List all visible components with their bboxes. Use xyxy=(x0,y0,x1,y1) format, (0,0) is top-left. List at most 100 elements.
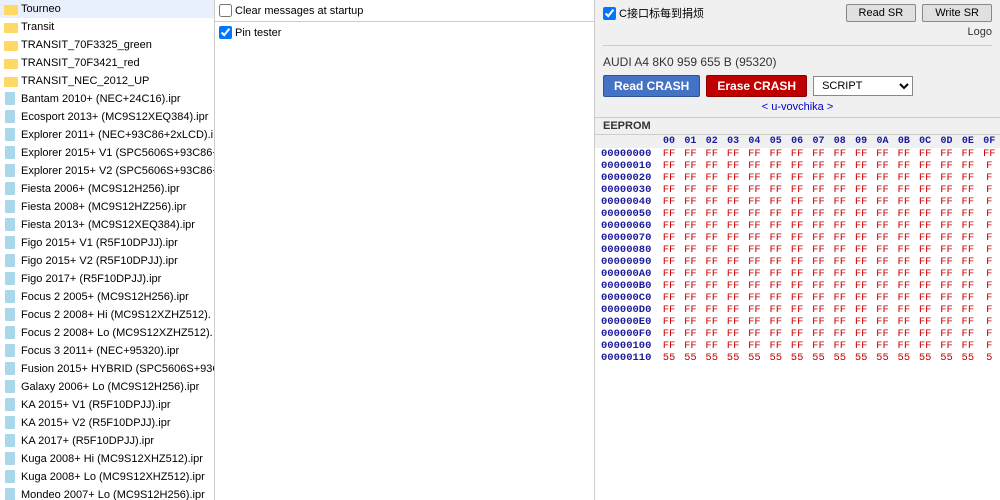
eeprom-value-cell: FF xyxy=(722,316,743,328)
eeprom-value-cell: FF xyxy=(808,328,829,340)
eeprom-value-cell: F xyxy=(979,220,1000,232)
tree-file-item[interactable]: Figo 2017+ (R5F10DPJJ).ipr xyxy=(0,270,214,288)
eeprom-value-cell: FF xyxy=(829,316,850,328)
c-interface-checkbox-row[interactable]: C接口标每到捐烦 xyxy=(603,5,704,21)
eeprom-value-cell: FF xyxy=(701,220,722,232)
read-sr-button[interactable]: Read SR xyxy=(846,4,917,22)
eeprom-col-header: 07 xyxy=(808,135,829,148)
write-sr-button[interactable]: Write SR xyxy=(922,4,992,22)
eeprom-col-header: 01 xyxy=(680,135,701,148)
clear-messages-checkbox-row[interactable]: Clear messages at startup xyxy=(219,4,363,17)
file-icon xyxy=(4,146,18,160)
tree-file-item[interactable]: Focus 2 2005+ (MC9S12H256).ipr xyxy=(0,288,214,306)
tree-file-item[interactable]: KA 2017+ (R5F10DPJJ).ipr xyxy=(0,432,214,450)
user-link[interactable]: < u-vovchika > xyxy=(762,101,834,113)
eeprom-value-cell: FF xyxy=(680,292,701,304)
tree-file-item[interactable]: Kuga 2008+ Hi (MC9S12XHZ512).ipr xyxy=(0,450,214,468)
eeprom-value-cell: FF xyxy=(701,244,722,256)
tree-file-item[interactable]: Explorer 2015+ V1 (SPC5606S+93C86+ xyxy=(0,144,214,162)
tree-file-item[interactable]: Figo 2015+ V1 (R5F10DPJJ).ipr xyxy=(0,234,214,252)
middle-panel: Clear messages at startup Pin tester xyxy=(215,0,595,500)
eeprom-row: 000000F0FFFFFFFFFFFFFFFFFFFFFFFFFFFFFFF xyxy=(595,328,1000,340)
file-icon xyxy=(4,92,18,106)
tree-folder-item[interactable]: TRANSIT_NEC_2012_UP xyxy=(0,72,214,90)
eeprom-value-cell: FF xyxy=(936,220,957,232)
eeprom-table-header: 000102030405060708090A0B0C0D0E0F xyxy=(595,135,1000,148)
eeprom-value-cell: FF xyxy=(893,268,914,280)
eeprom-table: 000102030405060708090A0B0C0D0E0F 0000000… xyxy=(595,135,1000,364)
tree-folder-item[interactable]: Tourneo xyxy=(0,0,214,18)
eeprom-value-cell: FF xyxy=(936,244,957,256)
eeprom-value-cell: FF xyxy=(850,160,871,172)
erase-crash-button[interactable]: Erase CRASH xyxy=(706,75,807,97)
eeprom-table-container[interactable]: 000102030405060708090A0B0C0D0E0F 0000000… xyxy=(595,135,1000,500)
pin-tester-checkbox-row[interactable]: Pin tester xyxy=(219,26,590,39)
eeprom-value-cell: FF xyxy=(786,256,807,268)
read-crash-button[interactable]: Read CRASH xyxy=(603,75,700,97)
eeprom-value-cell: FF xyxy=(893,340,914,352)
tree-file-item[interactable]: Mondeo 2007+ Lo (MC9S12H256).ipr xyxy=(0,486,214,500)
eeprom-value-cell: FF xyxy=(808,184,829,196)
tree-file-item[interactable]: Fiesta 2013+ (MC9S12XEQ384).ipr xyxy=(0,216,214,234)
eeprom-value-cell: FF xyxy=(786,244,807,256)
eeprom-value-cell: FF xyxy=(957,220,978,232)
tree-file-item[interactable]: Fusion 2015+ HYBRID (SPC5606S+93C xyxy=(0,360,214,378)
eeprom-address-cell: 00000000 xyxy=(595,148,658,160)
c-interface-checkbox[interactable] xyxy=(603,7,616,20)
tree-file-item[interactable]: Ecosport 2013+ (MC9S12XEQ384).ipr xyxy=(0,108,214,126)
eeprom-value-cell: FF xyxy=(658,328,679,340)
pin-tester-checkbox[interactable] xyxy=(219,26,232,39)
eeprom-value-cell: FF xyxy=(786,220,807,232)
tree-file-item[interactable]: Focus 2 2008+ Lo (MC9S12XZHZ512). xyxy=(0,324,214,342)
tree-file-item[interactable]: Focus 3 2011+ (NEC+95320).ipr xyxy=(0,342,214,360)
tree-file-item[interactable]: Explorer 2015+ V2 (SPC5606S+93C86+ xyxy=(0,162,214,180)
eeprom-value-cell: FF xyxy=(872,268,893,280)
tree-item-label: Bantam 2010+ (NEC+24C16).ipr xyxy=(21,91,181,107)
script-dropdown[interactable]: SCRIPT xyxy=(813,76,913,96)
eeprom-value-cell: FF xyxy=(744,160,765,172)
tree-file-item[interactable]: Kuga 2008+ Lo (MC9S12XHZ512).ipr xyxy=(0,468,214,486)
eeprom-value-cell: FF xyxy=(722,340,743,352)
eeprom-value-cell: FF xyxy=(658,340,679,352)
eeprom-value-cell: FF xyxy=(786,232,807,244)
file-tree[interactable]: TourneoTransitTRANSIT_70F3325_greenTRANS… xyxy=(0,0,215,500)
tree-item-label: Figo 2015+ V2 (R5F10DPJJ).ipr xyxy=(21,253,178,269)
right-top-area: C接口标每到捐烦 Read SR Write SR Logo AUDI A4 8… xyxy=(595,0,1000,118)
tree-file-item[interactable]: Explorer 2011+ (NEC+93C86+2xLCD).i xyxy=(0,126,214,144)
file-icon xyxy=(4,218,18,232)
tree-file-item[interactable]: KA 2015+ V1 (R5F10DPJJ).ipr xyxy=(0,396,214,414)
tree-item-label: Kuga 2008+ Hi (MC9S12XHZ512).ipr xyxy=(21,451,203,467)
tree-file-item[interactable]: Fiesta 2008+ (MC9S12HZ256).ipr xyxy=(0,198,214,216)
eeprom-value-cell: FF xyxy=(893,280,914,292)
eeprom-value-cell: FF xyxy=(658,184,679,196)
eeprom-col-header: 02 xyxy=(701,135,722,148)
eeprom-address-cell: 000000E0 xyxy=(595,316,658,328)
eeprom-value-cell: FF xyxy=(744,316,765,328)
clear-messages-checkbox[interactable] xyxy=(219,4,232,17)
tree-file-item[interactable]: KA 2015+ V2 (R5F10DPJJ).ipr xyxy=(0,414,214,432)
eeprom-value-cell: FF xyxy=(765,148,786,160)
eeprom-value-cell: FF xyxy=(850,220,871,232)
tree-file-item[interactable]: Galaxy 2006+ Lo (MC9S12H256).ipr xyxy=(0,378,214,396)
eeprom-value-cell: FF xyxy=(808,196,829,208)
eeprom-row: 00000010FFFFFFFFFFFFFFFFFFFFFFFFFFFFFFF xyxy=(595,160,1000,172)
eeprom-value-cell: FF xyxy=(680,196,701,208)
tree-file-item[interactable]: Fiesta 2006+ (MC9S12H256).ipr xyxy=(0,180,214,198)
eeprom-value-cell: FF xyxy=(786,268,807,280)
eeprom-value-cell: FF xyxy=(808,256,829,268)
tree-file-item[interactable]: Figo 2015+ V2 (R5F10DPJJ).ipr xyxy=(0,252,214,270)
eeprom-value-cell: FF xyxy=(680,280,701,292)
eeprom-value-cell: 55 xyxy=(808,352,829,364)
eeprom-value-cell: FF xyxy=(872,160,893,172)
tree-item-label: Ecosport 2013+ (MC9S12XEQ384).ipr xyxy=(21,109,208,125)
tree-folder-item[interactable]: Transit xyxy=(0,18,214,36)
eeprom-value-cell: FF xyxy=(850,244,871,256)
eeprom-value-cell: F xyxy=(979,268,1000,280)
tree-folder-item[interactable]: TRANSIT_70F3421_red xyxy=(0,54,214,72)
eeprom-value-cell: FF xyxy=(658,172,679,184)
eeprom-value-cell: FF xyxy=(722,244,743,256)
tree-folder-item[interactable]: TRANSIT_70F3325_green xyxy=(0,36,214,54)
tree-file-item[interactable]: Bantam 2010+ (NEC+24C16).ipr xyxy=(0,90,214,108)
eeprom-value-cell: FF xyxy=(680,244,701,256)
tree-file-item[interactable]: Focus 2 2008+ Hi (MC9S12XZHZ512). xyxy=(0,306,214,324)
